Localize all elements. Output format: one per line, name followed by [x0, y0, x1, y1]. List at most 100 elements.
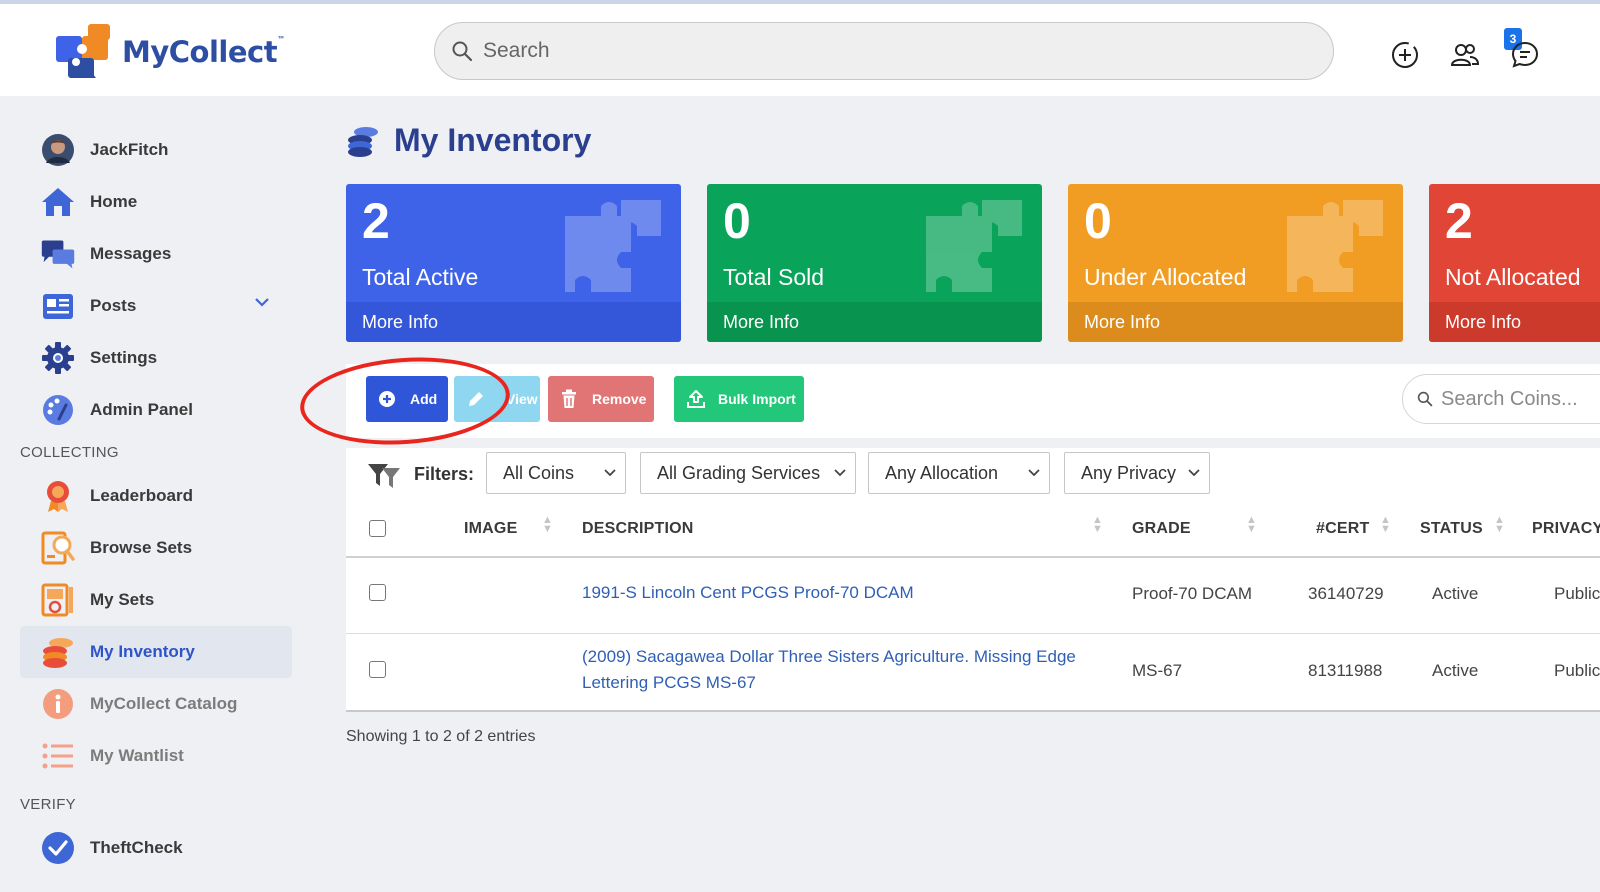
cert-cell: 81311988 — [1308, 661, 1383, 680]
remove-button[interactable]: Remove — [548, 376, 654, 422]
sidebar-user[interactable]: JackFitch — [20, 124, 292, 176]
top-header: MyCollect™ 3 — [0, 4, 1600, 96]
sidebar-item-settings[interactable]: Settings — [20, 332, 292, 384]
sort-icon[interactable]: ▲ ▼ — [1092, 515, 1103, 535]
page-title: My Inventory — [346, 122, 591, 159]
filter-bar: Filters: All Coins All Grading Services … — [346, 448, 1600, 506]
status-cell: Active — [1432, 584, 1479, 603]
sidebar-item-messages[interactable]: Messages — [20, 228, 292, 280]
search-icon — [452, 41, 473, 62]
column-header-status[interactable]: STATUS — [1420, 520, 1483, 538]
sidebar-item-leaderboard[interactable]: Leaderboard — [20, 470, 292, 522]
puzzle-logo-icon — [56, 24, 110, 78]
card-more-info-link[interactable]: More Info — [1068, 302, 1403, 342]
status-cell: Active — [1432, 661, 1479, 680]
bulk-import-button[interactable]: Bulk Import — [674, 376, 804, 422]
home-icon — [42, 188, 74, 216]
section-header-collecting: COLLECTING — [20, 444, 119, 461]
privacy-cell: Public — [1554, 584, 1600, 603]
coin-search[interactable] — [1402, 374, 1600, 424]
card-label: Total Sold — [723, 264, 825, 290]
add-circle-icon[interactable] — [1390, 40, 1420, 70]
coins-filter-select[interactable]: All Coins — [486, 452, 626, 494]
filters-label: Filters: — [414, 464, 475, 484]
coins-stack-icon — [348, 126, 378, 157]
chevron-down-icon — [604, 469, 616, 477]
palette-icon — [43, 395, 73, 425]
chevron-down-icon — [1028, 469, 1040, 477]
sidebar-item-admin-panel[interactable]: Admin Panel — [20, 384, 292, 436]
upload-icon — [687, 390, 705, 408]
table-bottom-divider — [346, 710, 1600, 712]
sort-icon[interactable]: ▲ ▼ — [1246, 515, 1257, 535]
sidebar-item-browse-sets[interactable]: Browse Sets — [20, 522, 292, 574]
sidebar-item-posts[interactable]: Posts — [20, 280, 292, 332]
card-value: 2 — [1445, 193, 1473, 249]
coins-stack-icon — [43, 638, 73, 668]
gear-icon — [42, 342, 74, 374]
funnel-icon — [368, 464, 400, 488]
grade-cell: Proof-70 DCAM — [1132, 584, 1252, 603]
sidebar-item-my-inventory[interactable]: My Inventory — [20, 626, 292, 678]
sidebar-item-mycollect-catalog[interactable]: MyCollect Catalog — [20, 678, 292, 730]
select-all-checkbox[interactable] — [369, 520, 386, 537]
card-value: 0 — [1084, 193, 1112, 249]
sidebar-item-home[interactable]: Home — [20, 176, 292, 228]
column-header-image[interactable]: IMAGE — [464, 520, 517, 538]
privacy-cell: Public — [1554, 661, 1600, 680]
column-header-privacy[interactable]: PRIVACY — [1532, 520, 1600, 538]
inventory-table: IMAGE ▲ ▼ DESCRIPTION ▲ ▼ GRADE ▲ ▼ #CERT ▲… — [346, 506, 1600, 712]
sidebar-item-my-sets[interactable]: My Sets — [20, 574, 292, 626]
messages-icon — [41, 240, 75, 269]
inventory-toolbar: Add View Remove Bulk Import — [346, 364, 1600, 438]
trash-icon — [562, 389, 576, 408]
sort-icon[interactable]: ▲ ▼ — [1494, 515, 1505, 535]
avatar — [40, 132, 76, 168]
row-checkbox[interactable] — [369, 584, 386, 601]
sidebar-item-theftcheck[interactable]: TheftCheck — [20, 822, 292, 874]
users-icon[interactable] — [1450, 40, 1480, 70]
logo-text: MyCollect™ — [122, 35, 285, 69]
sidebar-user-name: JackFitch — [90, 140, 169, 159]
column-header-description[interactable]: DESCRIPTION — [582, 520, 694, 538]
stat-card-not-allocated[interactable]: 2 Not Allocated More Info — [1429, 184, 1600, 342]
grading-service-filter-select[interactable]: All Grading Services — [640, 452, 856, 494]
posts-icon — [43, 294, 73, 319]
stat-card-under-allocated[interactable]: 0 Under Allocated More Info — [1068, 184, 1403, 342]
table-entries-info: Showing 1 to 2 of 2 entries — [346, 728, 536, 745]
allocation-filter-select[interactable]: Any Allocation — [868, 452, 1050, 494]
stat-card-total-active[interactable]: 2 Total Active More Info — [346, 184, 681, 342]
cert-cell: 36140729 — [1308, 584, 1384, 603]
card-label: Total Active — [362, 264, 479, 290]
chat-icon[interactable] — [1510, 40, 1540, 70]
logo[interactable]: MyCollect™ — [54, 22, 285, 82]
card-value: 2 — [362, 193, 390, 249]
stat-card-total-sold[interactable]: 0 Total Sold More Info — [707, 184, 1042, 342]
card-more-info-link[interactable]: More Info — [1429, 302, 1600, 342]
column-header-cert[interactable]: #CERT — [1316, 520, 1369, 538]
chevron-down-icon — [834, 469, 846, 477]
global-search[interactable] — [434, 22, 1334, 80]
sort-icon[interactable]: ▲ ▼ — [1380, 515, 1391, 535]
card-more-info-link[interactable]: More Info — [346, 302, 681, 342]
coin-description-link[interactable]: (2009) Sacagawea Dollar Three Sisters Ag… — [582, 644, 1076, 696]
card-label: Not Allocated — [1445, 264, 1581, 290]
global-search-input[interactable] — [483, 39, 1283, 63]
chevron-down-icon — [1188, 469, 1200, 477]
check-badge-icon — [42, 832, 74, 864]
coin-search-input[interactable] — [1441, 387, 1600, 411]
card-more-info-link[interactable]: More Info — [707, 302, 1042, 342]
row-checkbox[interactable] — [369, 661, 386, 678]
puzzle-watermark-icon — [926, 200, 1022, 292]
section-header-verify: VERIFY — [20, 796, 76, 813]
card-value: 0 — [723, 193, 751, 249]
sidebar-item-my-wantlist[interactable]: My Wantlist — [20, 730, 292, 782]
medal-icon — [47, 481, 69, 512]
chevron-down-icon[interactable] — [254, 296, 270, 308]
privacy-filter-select[interactable]: Any Privacy — [1064, 452, 1210, 494]
column-header-grade[interactable]: GRADE — [1132, 520, 1191, 538]
sort-icon[interactable]: ▲ ▼ — [542, 515, 553, 535]
list-icon — [42, 743, 73, 769]
coin-description-link[interactable]: 1991-S Lincoln Cent PCGS Proof-70 DCAM — [582, 580, 914, 606]
sidebar: JackFitch Home Messages Posts Settings A… — [0, 96, 300, 892]
